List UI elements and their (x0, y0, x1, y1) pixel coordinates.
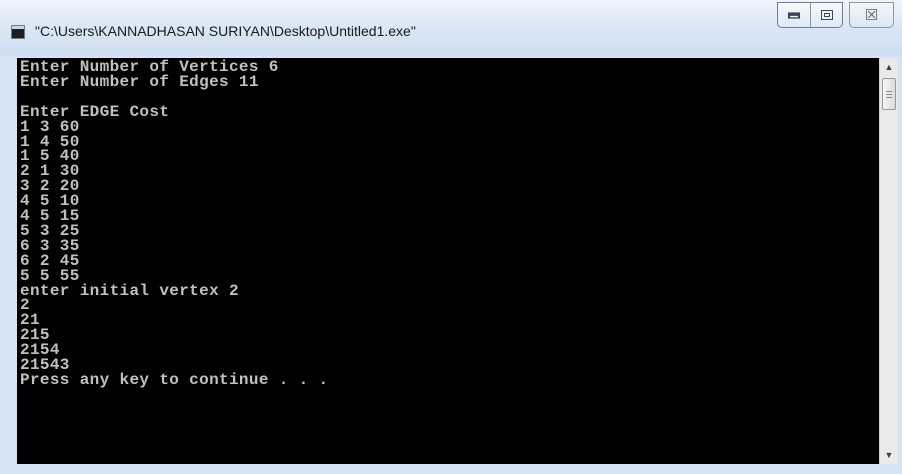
console-line: Enter Number of Edges 11 (20, 72, 259, 91)
scrollbar-thumb[interactable] (882, 78, 896, 110)
minimize-button[interactable] (778, 3, 811, 27)
maximize-icon-inner (824, 13, 830, 17)
window-title: "C:\Users\KANNADHASAN SURIYAN\Desktop\Un… (35, 23, 416, 39)
console-app-icon[interactable] (11, 25, 25, 39)
close-icon: ☒ (864, 5, 879, 24)
vertical-scrollbar[interactable]: ▲ ▼ (879, 58, 898, 464)
thumb-grip-line (886, 94, 892, 95)
console-window: "C:\Users\KANNADHASAN SURIYAN\Desktop\Un… (0, 0, 902, 474)
scroll-down-arrow-icon[interactable]: ▼ (880, 446, 898, 464)
scroll-up-arrow-icon[interactable]: ▲ (880, 58, 898, 76)
minimize-icon (788, 11, 800, 19)
title-bar[interactable]: "C:\Users\KANNADHASAN SURIYAN\Desktop\Un… (0, 0, 902, 56)
thumb-grip-line (886, 97, 892, 98)
maximize-button[interactable] (811, 3, 843, 27)
console-line: enter initial vertex 2 (20, 281, 239, 300)
caption-button-group (777, 2, 843, 28)
console-output[interactable]: Enter Number of Vertices 6 Enter Number o… (17, 58, 879, 464)
maximize-icon (821, 10, 833, 20)
close-button[interactable]: ☒ (849, 2, 894, 28)
thumb-grip-line (886, 91, 892, 92)
console-line: Press any key to continue . . . (20, 370, 329, 389)
